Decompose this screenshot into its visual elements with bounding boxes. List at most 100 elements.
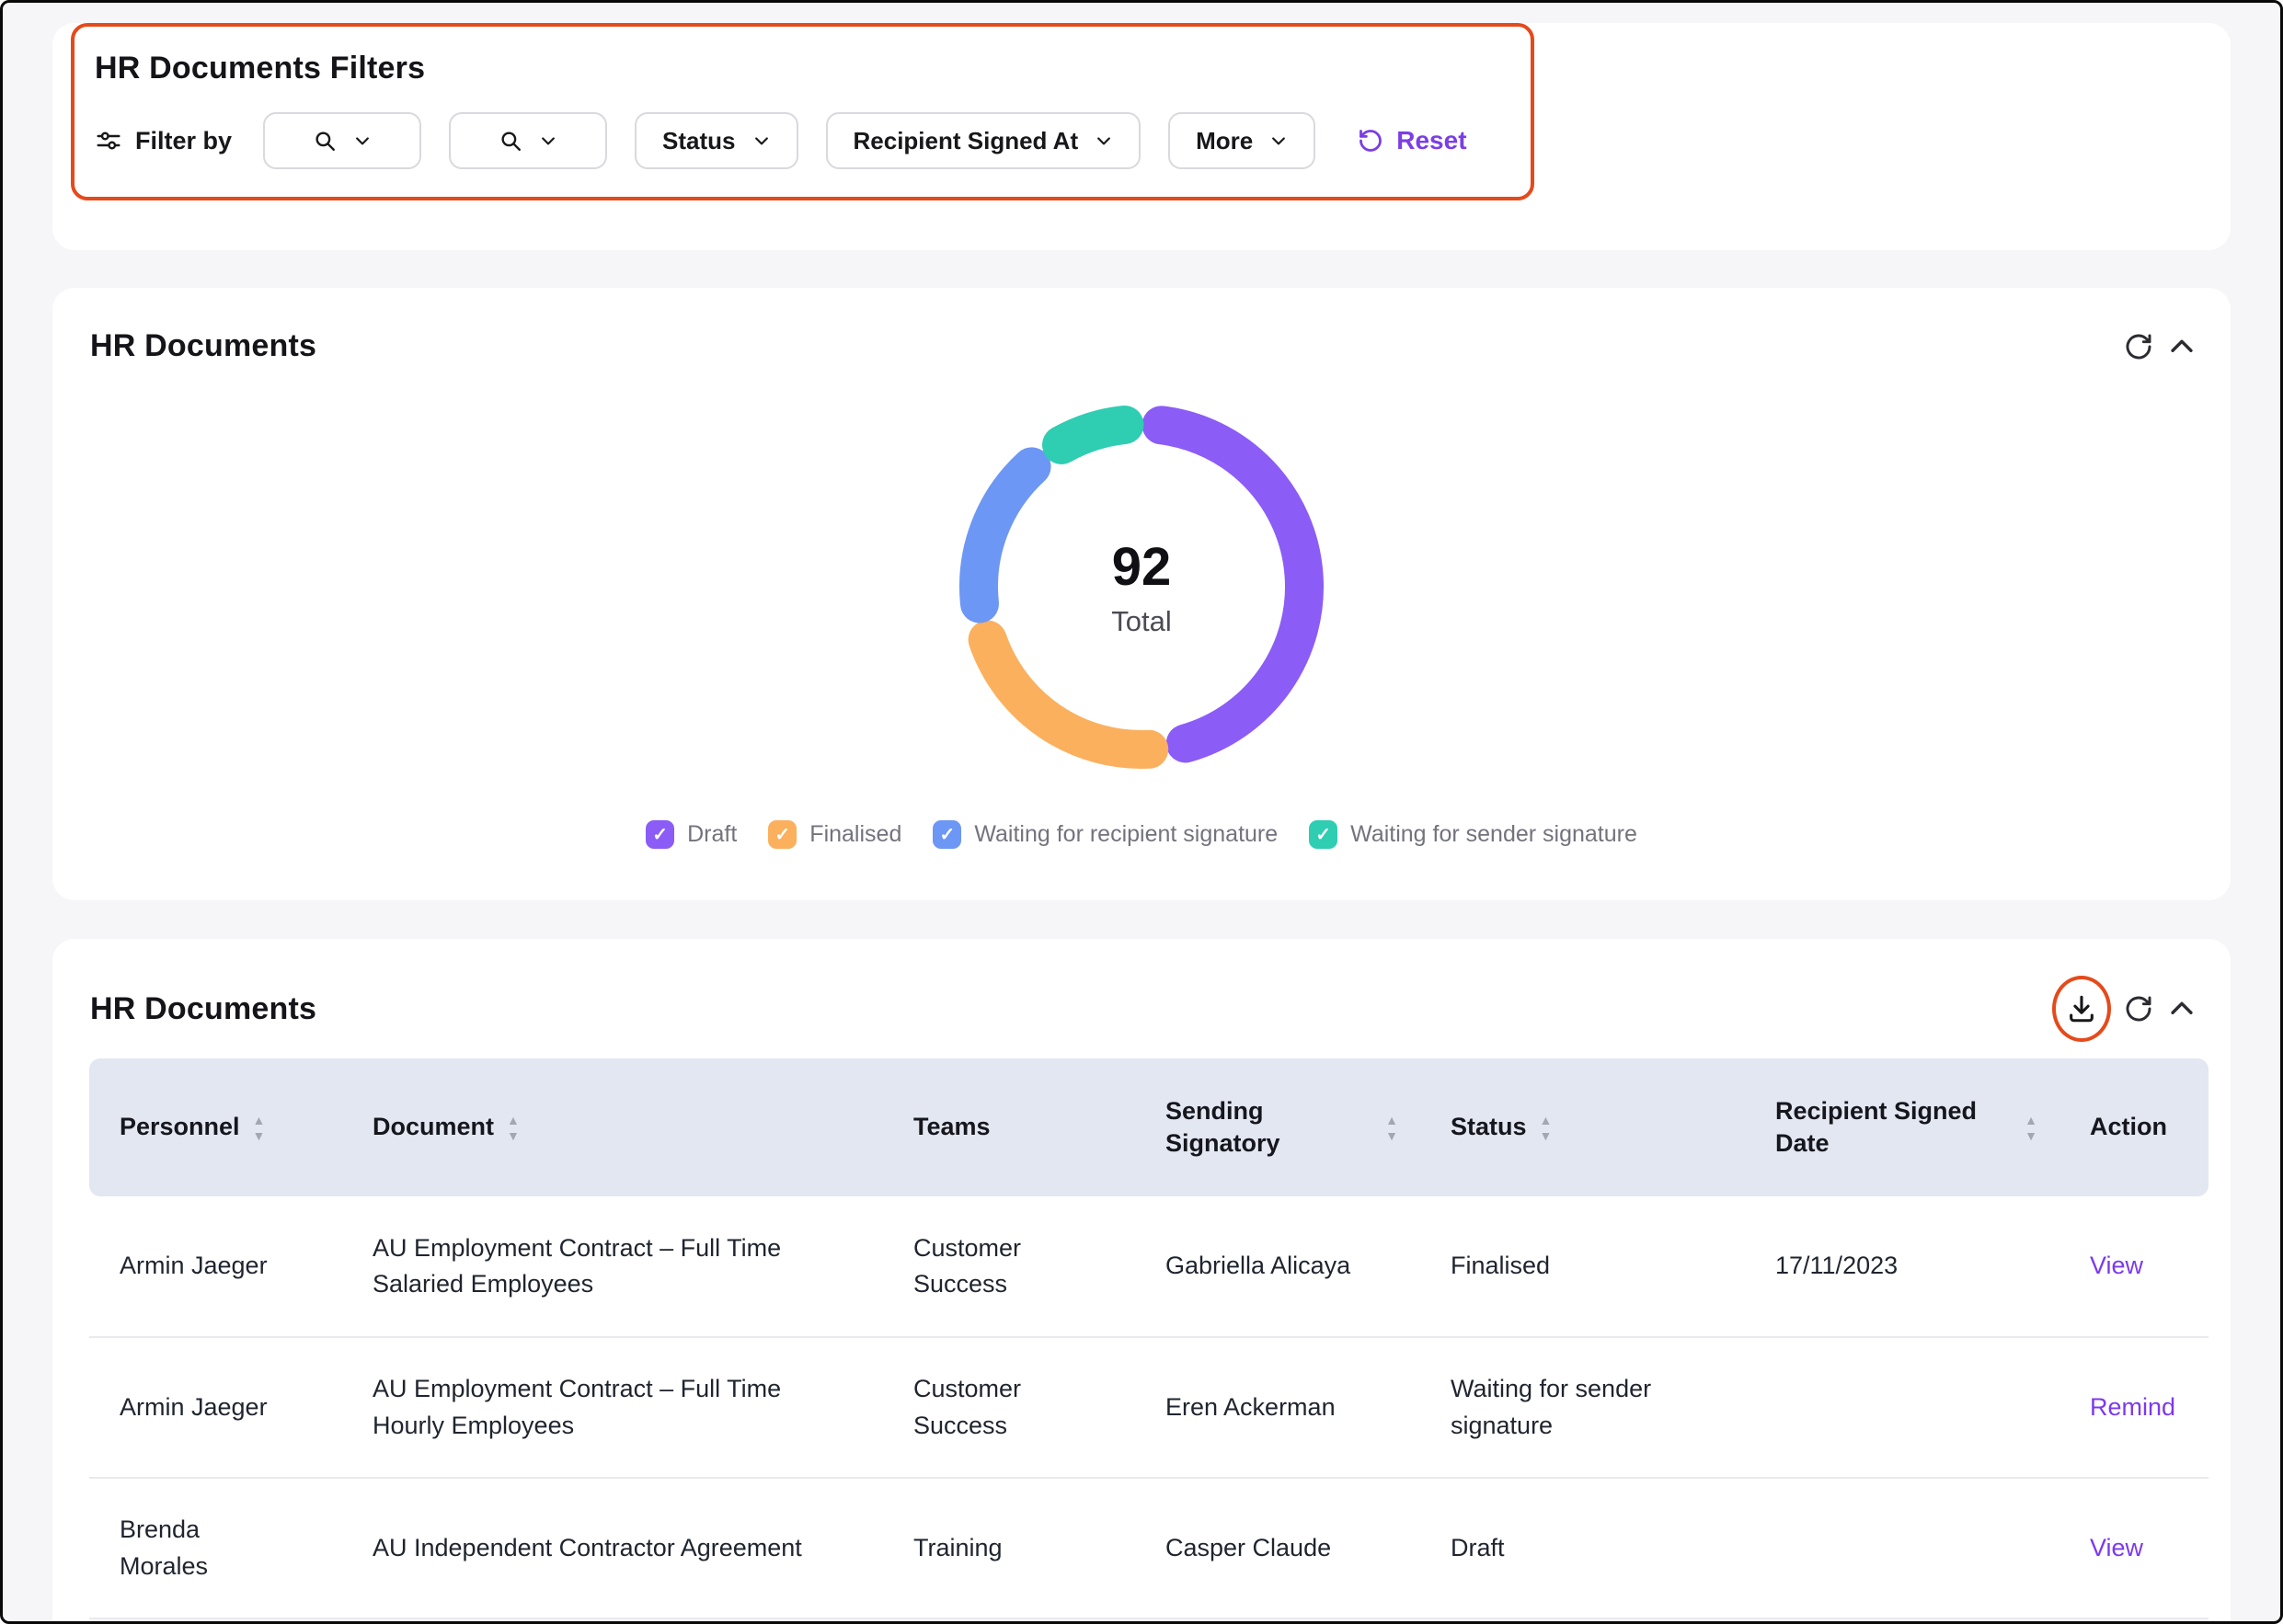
filter-dropdown-status[interactable]: Status: [635, 112, 797, 169]
column-header-document[interactable]: Document ▲▼: [342, 1058, 883, 1196]
table-body: Armin JaegerAU Employment Contract – Ful…: [89, 1196, 2208, 1618]
chevron-down-icon: [1095, 132, 1113, 150]
action-link-view[interactable]: View: [2090, 1252, 2143, 1279]
dropdown-label: More: [1196, 127, 1253, 155]
sort-icon[interactable]: ▲▼: [2025, 1114, 2037, 1142]
column-header-recipient-signed-date[interactable]: Recipient Signed Date▲▼: [1745, 1058, 2059, 1196]
action-link-view[interactable]: View: [2090, 1534, 2143, 1561]
legend-checkbox[interactable]: ✓: [933, 820, 961, 849]
filter-dropdown-search-2[interactable]: [449, 112, 607, 169]
sort-icon[interactable]: ▲▼: [253, 1114, 266, 1142]
column-header-personnel[interactable]: Personnel ▲▼: [89, 1058, 342, 1196]
collapse-button[interactable]: [2166, 993, 2197, 1024]
legend-checkbox[interactable]: ✓: [1309, 820, 1337, 849]
filter-row: Filter by StatusRecipient Signed AtMore …: [95, 112, 1509, 169]
table-row: Armin JaegerAU Employment Contract – Ful…: [89, 1196, 2208, 1337]
sort-icon[interactable]: ▲▼: [1385, 1114, 1398, 1142]
cell-recipient-signed-date: [1745, 1337, 2059, 1478]
chevron-down-icon: [353, 132, 372, 150]
legend-item-waiting-for-recipient-signature: ✓Waiting for recipient signature: [933, 820, 1278, 849]
dropdown-label: Recipient Signed At: [854, 127, 1079, 155]
legend-label: Finalised: [809, 821, 901, 848]
refresh-icon: [2124, 332, 2153, 361]
search-icon: [313, 129, 337, 153]
legend-checkbox[interactable]: ✓: [768, 820, 797, 849]
column-header-action: Action: [2059, 1058, 2208, 1196]
cell-action: Remind: [2059, 1337, 2208, 1478]
cell-document: AU Employment Contract – Full Time Salar…: [342, 1196, 883, 1337]
cell-personnel: Armin Jaeger: [89, 1337, 342, 1478]
table-card-header: HR Documents: [52, 939, 2231, 1042]
filter-dropdown-recipient-signed-at[interactable]: Recipient Signed At: [826, 112, 1142, 169]
cell-sending-signatory: Eren Ackerman: [1135, 1337, 1420, 1478]
column-label: Personnel: [120, 1111, 240, 1143]
table-card-title: HR Documents: [90, 991, 316, 1027]
cell-personnel: Brenda Morales: [89, 1478, 342, 1618]
chart-legend: ✓ Draft ✓ Finalised ✓Waiting for recipient s…: [52, 820, 2231, 849]
total-label: Total: [1111, 605, 1171, 638]
filter-dropdowns: Status Recipient Signed At More: [263, 112, 1315, 169]
cell-status: Draft: [1420, 1478, 1745, 1618]
sliders-icon: [95, 127, 122, 154]
column-label: Action: [2090, 1111, 2167, 1143]
refresh-button[interactable]: [2124, 332, 2153, 361]
refresh-button[interactable]: [2124, 994, 2153, 1024]
column-header-status[interactable]: Status ▲▼: [1420, 1058, 1745, 1196]
reset-label: Reset: [1396, 126, 1466, 155]
column-label: Document: [373, 1111, 494, 1143]
column-label: Sending Signatory: [1165, 1095, 1372, 1160]
chart-card: HR Documents 92 Total: [52, 288, 2231, 900]
legend-checkbox[interactable]: ✓: [646, 820, 674, 849]
refresh-icon: [2124, 994, 2153, 1024]
sort-icon[interactable]: ▲▼: [507, 1114, 520, 1142]
cell-action: View: [2059, 1196, 2208, 1337]
chart-card-title: HR Documents: [90, 328, 316, 364]
table-card-actions: [2052, 976, 2197, 1042]
chevron-down-icon: [539, 132, 557, 150]
table-header-row: Personnel ▲▼ Document ▲▼ Teams Sending Signat…: [89, 1058, 2208, 1196]
column-label: Status: [1451, 1111, 1527, 1143]
page: HR Documents Filters Filter by Status Rec…: [0, 0, 2283, 1624]
download-icon: [2066, 993, 2097, 1024]
cell-teams: Training: [883, 1478, 1135, 1618]
column-header-teams: Teams: [883, 1058, 1135, 1196]
legend-item-finalised: ✓ Finalised: [768, 820, 901, 849]
chevron-up-icon: [2166, 993, 2197, 1024]
cell-recipient-signed-date: [1745, 1478, 2059, 1618]
filter-dropdown-more[interactable]: More: [1168, 112, 1315, 169]
dropdown-label: Status: [662, 127, 735, 155]
chevron-down-icon: [1269, 132, 1288, 150]
action-link-remind[interactable]: Remind: [2090, 1393, 2175, 1421]
cell-document: AU Employment Contract – Full Time Hourl…: [342, 1337, 883, 1478]
cell-status: Waiting for sender signature: [1420, 1337, 1745, 1478]
collapse-button[interactable]: [2166, 331, 2197, 362]
download-button[interactable]: [2066, 993, 2097, 1024]
column-label: Teams: [913, 1111, 991, 1143]
chart-card-actions: [2124, 331, 2197, 362]
chevron-down-icon: [752, 132, 771, 150]
table-card: HR Documents: [52, 939, 2231, 1624]
donut-chart: 92 Total: [939, 384, 1344, 789]
cell-sending-signatory: Casper Claude: [1135, 1478, 1420, 1618]
cell-action: View: [2059, 1478, 2208, 1618]
search-icon: [499, 129, 522, 153]
chart-card-header: HR Documents: [52, 288, 2231, 364]
reset-icon: [1358, 128, 1383, 154]
reset-button[interactable]: Reset: [1358, 126, 1466, 155]
legend-item-draft: ✓ Draft: [646, 820, 737, 849]
table-row: Armin JaegerAU Employment Contract – Ful…: [89, 1337, 2208, 1478]
filters-card: HR Documents Filters Filter by Status Rec…: [52, 23, 2231, 250]
column-header-sending-signatory[interactable]: Sending Signatory ▲▼: [1135, 1058, 1420, 1196]
filters-highlight-annotation: HR Documents Filters Filter by Status Rec…: [71, 23, 1534, 200]
filter-dropdown-search-1[interactable]: [263, 112, 421, 169]
sort-icon[interactable]: ▲▼: [1540, 1114, 1553, 1142]
filter-by-label: Filter by: [135, 127, 232, 155]
filter-by: Filter by: [95, 127, 232, 155]
cell-document: AU Independent Contractor Agreement: [342, 1478, 883, 1618]
legend-item-waiting-for-sender-signature: ✓ Waiting for sender signature: [1309, 820, 1637, 849]
hr-documents-table: Personnel ▲▼ Document ▲▼ Teams Sending Signat…: [89, 1058, 2208, 1619]
cell-status: Finalised: [1420, 1196, 1745, 1337]
filters-title: HR Documents Filters: [95, 51, 1509, 86]
legend-label: Draft: [687, 821, 737, 848]
legend-label: Waiting for sender signature: [1350, 821, 1637, 848]
